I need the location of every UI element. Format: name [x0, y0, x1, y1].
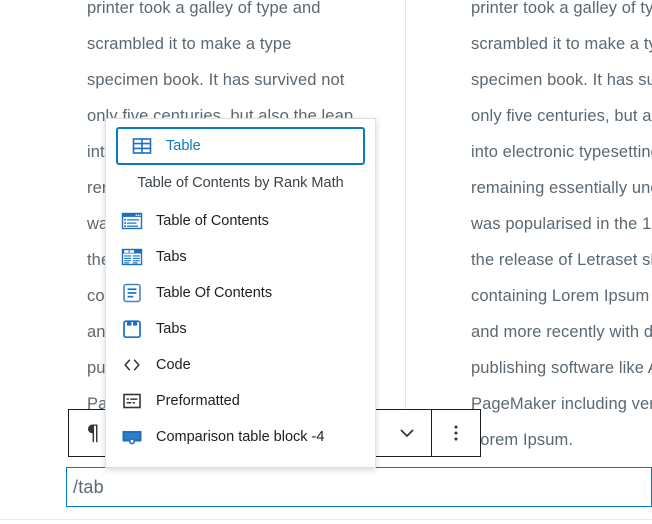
- chevron-down-icon: [400, 429, 414, 437]
- block-options-dropdown-button[interactable]: [383, 410, 431, 456]
- autocomplete-group-label: Table of Contents by Rank Math: [137, 175, 344, 191]
- option-label: Tabs: [156, 321, 187, 337]
- option-label: Table Of Contents: [156, 285, 273, 301]
- text-line: printer took a galley of type and: [471, 0, 652, 17]
- right-text-column: printer took a galley of type and scramb…: [471, 0, 652, 450]
- option-label: Preformatted: [156, 393, 240, 409]
- text-line: was popularised in the 1960s with: [471, 215, 652, 233]
- autocomplete-option-tabs-window[interactable]: Tabs: [106, 239, 375, 275]
- text-line: scrambled it to make a type: [87, 35, 292, 53]
- tabs-window-icon: [121, 248, 143, 266]
- autocomplete-option-code[interactable]: Code: [106, 347, 375, 383]
- text-line: remaining essentially unchanged. It: [471, 179, 652, 197]
- document-lines-icon: [123, 283, 141, 303]
- comparison-table-icon: [122, 431, 142, 445]
- code-angle-brackets-icon: [124, 359, 140, 371]
- autocomplete-option-table[interactable]: Table: [116, 127, 365, 165]
- right-column-paragraph[interactable]: printer took a galley of type and scramb…: [471, 0, 652, 450]
- option-label: Comparison table block -4: [156, 429, 325, 445]
- autocomplete-option-preformatted[interactable]: Preformatted: [106, 383, 375, 419]
- autocomplete-option-table-of-contents-alt[interactable]: Table Of Contents: [106, 275, 375, 311]
- text-line: PageMaker including versions of: [471, 395, 652, 413]
- autocomplete-option-tabs-folder[interactable]: Tabs: [106, 311, 375, 347]
- table-grid-icon: [132, 138, 152, 154]
- toc-window-icon: [121, 212, 143, 230]
- option-label: Tabs: [156, 249, 187, 265]
- text-line: specimen book. It has survived not: [87, 71, 345, 89]
- text-line: publishing software like Aldus: [471, 359, 652, 377]
- text-line: specimen book. It has survived not: [471, 71, 652, 89]
- preformatted-box-icon: [123, 393, 141, 409]
- option-label: Table of Contents: [156, 213, 269, 229]
- autocomplete-option-table-of-contents[interactable]: Table of Contents: [106, 203, 375, 239]
- paragraph-block-input[interactable]: /tab: [66, 467, 652, 507]
- autocomplete-option-comparison-table-block[interactable]: Comparison table block -4: [106, 419, 375, 455]
- text-line: only five centuries, but also the leap: [471, 107, 652, 125]
- kebab-menu-icon: [454, 425, 458, 441]
- option-label: Code: [156, 357, 191, 373]
- slash-command-text: /tab: [73, 476, 104, 497]
- tabs-folder-icon: [123, 320, 141, 339]
- text-line: printer took a galley of type and: [87, 0, 321, 17]
- text-line: Lorem Ipsum.: [471, 431, 574, 449]
- option-label: Table: [166, 138, 201, 154]
- block-editor-screen: printer took a galley of type and scramb…: [0, 0, 652, 524]
- paragraph-pilcrow-icon: ¶: [86, 420, 100, 445]
- text-line: containing Lorem Ipsum passages,: [471, 287, 652, 305]
- bottom-divider: [0, 519, 652, 520]
- text-line: and more recently with desktop: [471, 323, 652, 341]
- text-line: the release of Letraset sheets: [471, 251, 652, 269]
- block-autocomplete-popover: Table Table of Contents by Rank Math Tab…: [105, 118, 376, 468]
- column-divider: [405, 0, 406, 418]
- more-options-button[interactable]: [432, 410, 480, 456]
- text-line: into electronic typesetting,: [471, 143, 652, 161]
- text-line: scrambled it to make a type: [471, 35, 652, 53]
